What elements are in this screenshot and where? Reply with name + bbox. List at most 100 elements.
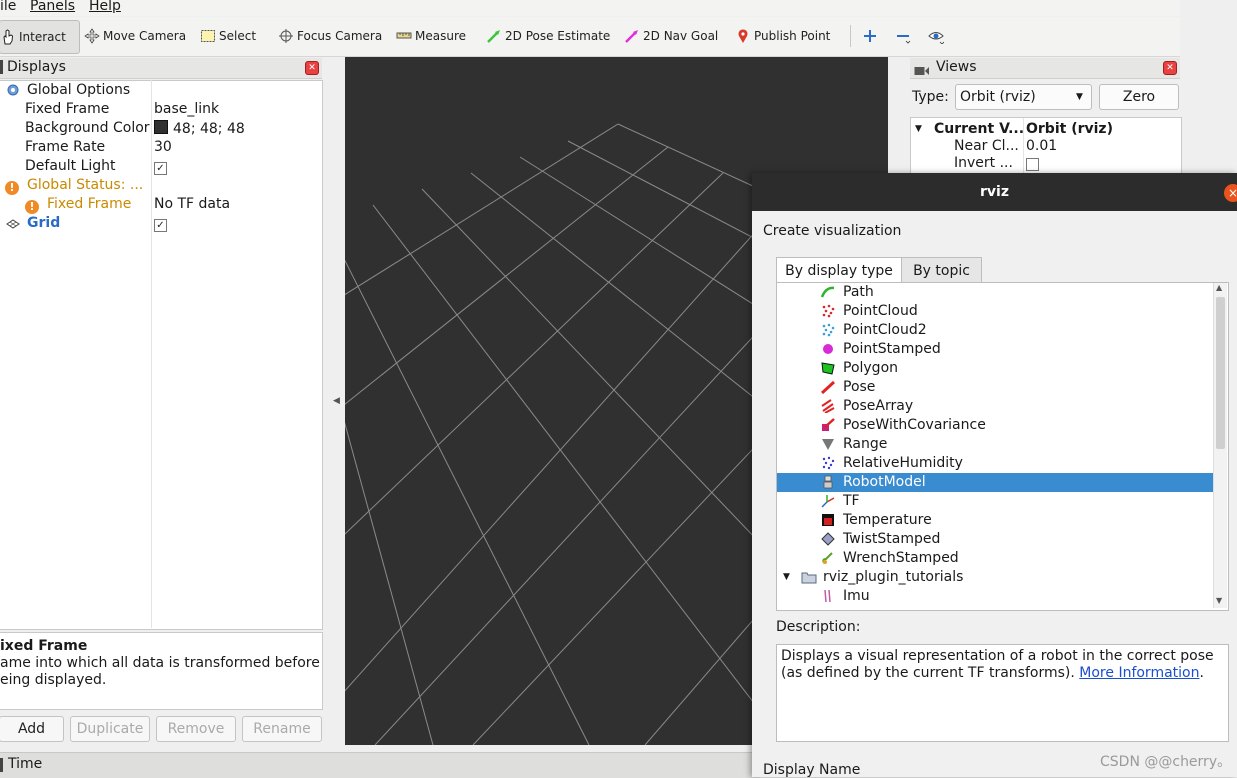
- list-item-robotmodel[interactable]: RobotModel: [777, 473, 1213, 492]
- scroll-down-icon[interactable]: ▼: [1216, 596, 1222, 605]
- column-divider[interactable]: [151, 80, 152, 628]
- view-type-select[interactable]: Orbit (rviz) ▼: [955, 84, 1092, 110]
- tree-row-frame-rate[interactable]: Frame Rate 30: [0, 138, 322, 157]
- add-tool-button[interactable]: [862, 20, 881, 52]
- menu-help[interactable]: Help: [89, 0, 121, 14]
- pose-estimate-tool-button[interactable]: 2D Pose Estimate: [486, 20, 610, 52]
- posewithcovariance-icon: [821, 418, 835, 432]
- fixed-frame-value[interactable]: base_link: [154, 100, 219, 119]
- fixed-frame-status-value: No TF data: [154, 196, 231, 212]
- list-item-label: Imu: [843, 588, 870, 604]
- description-box: Displays a visual representation of a ro…: [776, 644, 1229, 742]
- column-divider[interactable]: [1023, 118, 1024, 176]
- tree-row-default-light[interactable]: Default Light ✓: [0, 157, 322, 176]
- list-item-twiststamped[interactable]: TwistStamped: [777, 530, 1213, 549]
- chevron-down-icon: ▼: [1076, 92, 1083, 102]
- grid-checkbox[interactable]: ✓: [154, 219, 167, 232]
- path-icon: [820, 285, 835, 299]
- list-item-label: Range: [843, 436, 888, 452]
- list-item-range[interactable]: Range: [777, 435, 1213, 454]
- zero-view-button[interactable]: Zero: [1099, 84, 1179, 110]
- robotmodel-icon: [821, 475, 835, 489]
- list-item-path[interactable]: Path: [777, 283, 1213, 302]
- remove-display-button[interactable]: Remove: [156, 716, 236, 742]
- background-color-value[interactable]: 48; 48; 48: [154, 119, 245, 139]
- tree-row-global-status[interactable]: ! Global Status: ...: [0, 176, 322, 195]
- default-light-checkbox[interactable]: ✓: [154, 162, 167, 175]
- list-item-pointcloud2[interactable]: PointCloud2: [777, 321, 1213, 340]
- move-camera-tool-button[interactable]: Move Camera: [84, 20, 186, 52]
- publish-point-tool-button[interactable]: Publish Point: [735, 20, 830, 52]
- list-item-rviz-plugin-tutorials[interactable]: ▼ rviz_plugin_tutorials: [777, 568, 1213, 587]
- list-item-polygon[interactable]: Polygon: [777, 359, 1213, 378]
- green-arrow-icon: [486, 28, 502, 44]
- list-item-temperature[interactable]: Temperature: [777, 511, 1213, 530]
- tab-by-display-type[interactable]: By display type: [776, 257, 902, 285]
- list-item-pointcloud[interactable]: PointCloud: [777, 302, 1213, 321]
- displays-title: Displays: [7, 59, 66, 75]
- map-pin-icon: [735, 28, 751, 44]
- description-label: Description:: [776, 619, 861, 635]
- tree-row-background-color[interactable]: Background Color 48; 48; 48: [0, 119, 322, 138]
- dialog-close-icon[interactable]: ×: [1224, 184, 1237, 202]
- list-item-relativehumidity[interactable]: RelativeHumidity: [777, 454, 1213, 473]
- list-item-label: Path: [843, 284, 874, 300]
- views-panel-header: Views ✕: [910, 58, 1180, 79]
- expand-arrow-icon[interactable]: ▼: [783, 568, 790, 587]
- tree-row-fixed-frame[interactable]: Fixed Frame base_link: [0, 100, 322, 119]
- frame-rate-value[interactable]: 30: [154, 138, 172, 157]
- pose-icon: [820, 380, 836, 395]
- scrollbar-thumb[interactable]: [1216, 297, 1225, 449]
- list-item-tf[interactable]: TF: [777, 492, 1213, 511]
- menu-panels[interactable]: Panels: [30, 0, 75, 14]
- tree-row-grid[interactable]: Grid ✓: [0, 214, 322, 233]
- list-item-posewithcovariance[interactable]: PoseWithCovariance: [777, 416, 1213, 435]
- temperature-icon: [821, 513, 835, 527]
- list-scrollbar[interactable]: ▲ ▼: [1213, 283, 1227, 608]
- interact-tool-button[interactable]: Interact: [0, 20, 80, 54]
- global-options-label: Global Options: [27, 82, 131, 98]
- list-item-imu[interactable]: Imu: [777, 587, 1213, 606]
- panel-visibility-button[interactable]: [928, 20, 947, 52]
- collapse-left-arrow-icon[interactable]: ◀: [333, 396, 340, 406]
- tab-by-topic[interactable]: By topic: [901, 257, 982, 284]
- property-description-line-1: ame into which all data is transformed b…: [0, 655, 320, 671]
- warning-icon: !: [5, 181, 19, 195]
- list-item-wrenchstamped[interactable]: WrenchStamped: [777, 549, 1213, 568]
- list-item-label: WrenchStamped: [843, 550, 959, 566]
- tree-row-global-options[interactable]: Global Options: [0, 81, 322, 100]
- list-item-pose[interactable]: Pose: [777, 378, 1213, 397]
- list-item-label: PoseWithCovariance: [843, 417, 986, 433]
- list-item-label: RelativeHumidity: [843, 455, 963, 471]
- more-information-link[interactable]: More Information: [1079, 665, 1199, 681]
- list-item-posearray[interactable]: PoseArray: [777, 397, 1213, 416]
- tree-row-invert[interactable]: Invert ...: [911, 154, 1181, 173]
- select-tool-button[interactable]: Select: [200, 20, 256, 52]
- minus-icon: [895, 28, 911, 44]
- list-item-label: PointCloud: [843, 303, 918, 319]
- displays-close-icon[interactable]: ✕: [305, 61, 319, 75]
- focus-camera-tool-button[interactable]: Focus Camera: [278, 20, 382, 52]
- time-panel-header: Time: [0, 752, 760, 778]
- add-display-button[interactable]: Add: [0, 716, 64, 742]
- dialog-heading: Create visualization: [763, 223, 902, 239]
- displays-tree: Global Options Fixed Frame base_link Bac…: [0, 80, 323, 630]
- duplicate-display-button[interactable]: Duplicate: [70, 716, 150, 742]
- menu-file[interactable]: ile: [0, 0, 16, 14]
- list-item-pointstamped[interactable]: PointStamped: [777, 340, 1213, 359]
- views-tree: ▼ Current V... Orbit (rviz) Near Cl... 0…: [910, 117, 1182, 177]
- pointcloud-icon: [821, 304, 835, 318]
- remove-tool-button[interactable]: [895, 20, 914, 52]
- scroll-up-icon[interactable]: ▲: [1216, 283, 1222, 292]
- nav-goal-tool-button[interactable]: 2D Nav Goal: [624, 20, 718, 52]
- views-close-icon[interactable]: ✕: [1163, 61, 1177, 75]
- warning-icon: !: [25, 200, 39, 214]
- invert-checkbox[interactable]: [1026, 158, 1039, 171]
- fixed-frame-label: Fixed Frame: [25, 101, 110, 117]
- tree-row-fixed-frame-status[interactable]: ! Fixed Frame No TF data: [0, 195, 322, 214]
- twiststamped-icon: [821, 532, 835, 546]
- measure-tool-button[interactable]: Measure: [396, 20, 466, 52]
- display-type-list: Path PointCloud PointCloud2 PointStamped…: [776, 282, 1229, 611]
- crosshair-icon: [278, 28, 294, 44]
- rename-display-button[interactable]: Rename: [242, 716, 322, 742]
